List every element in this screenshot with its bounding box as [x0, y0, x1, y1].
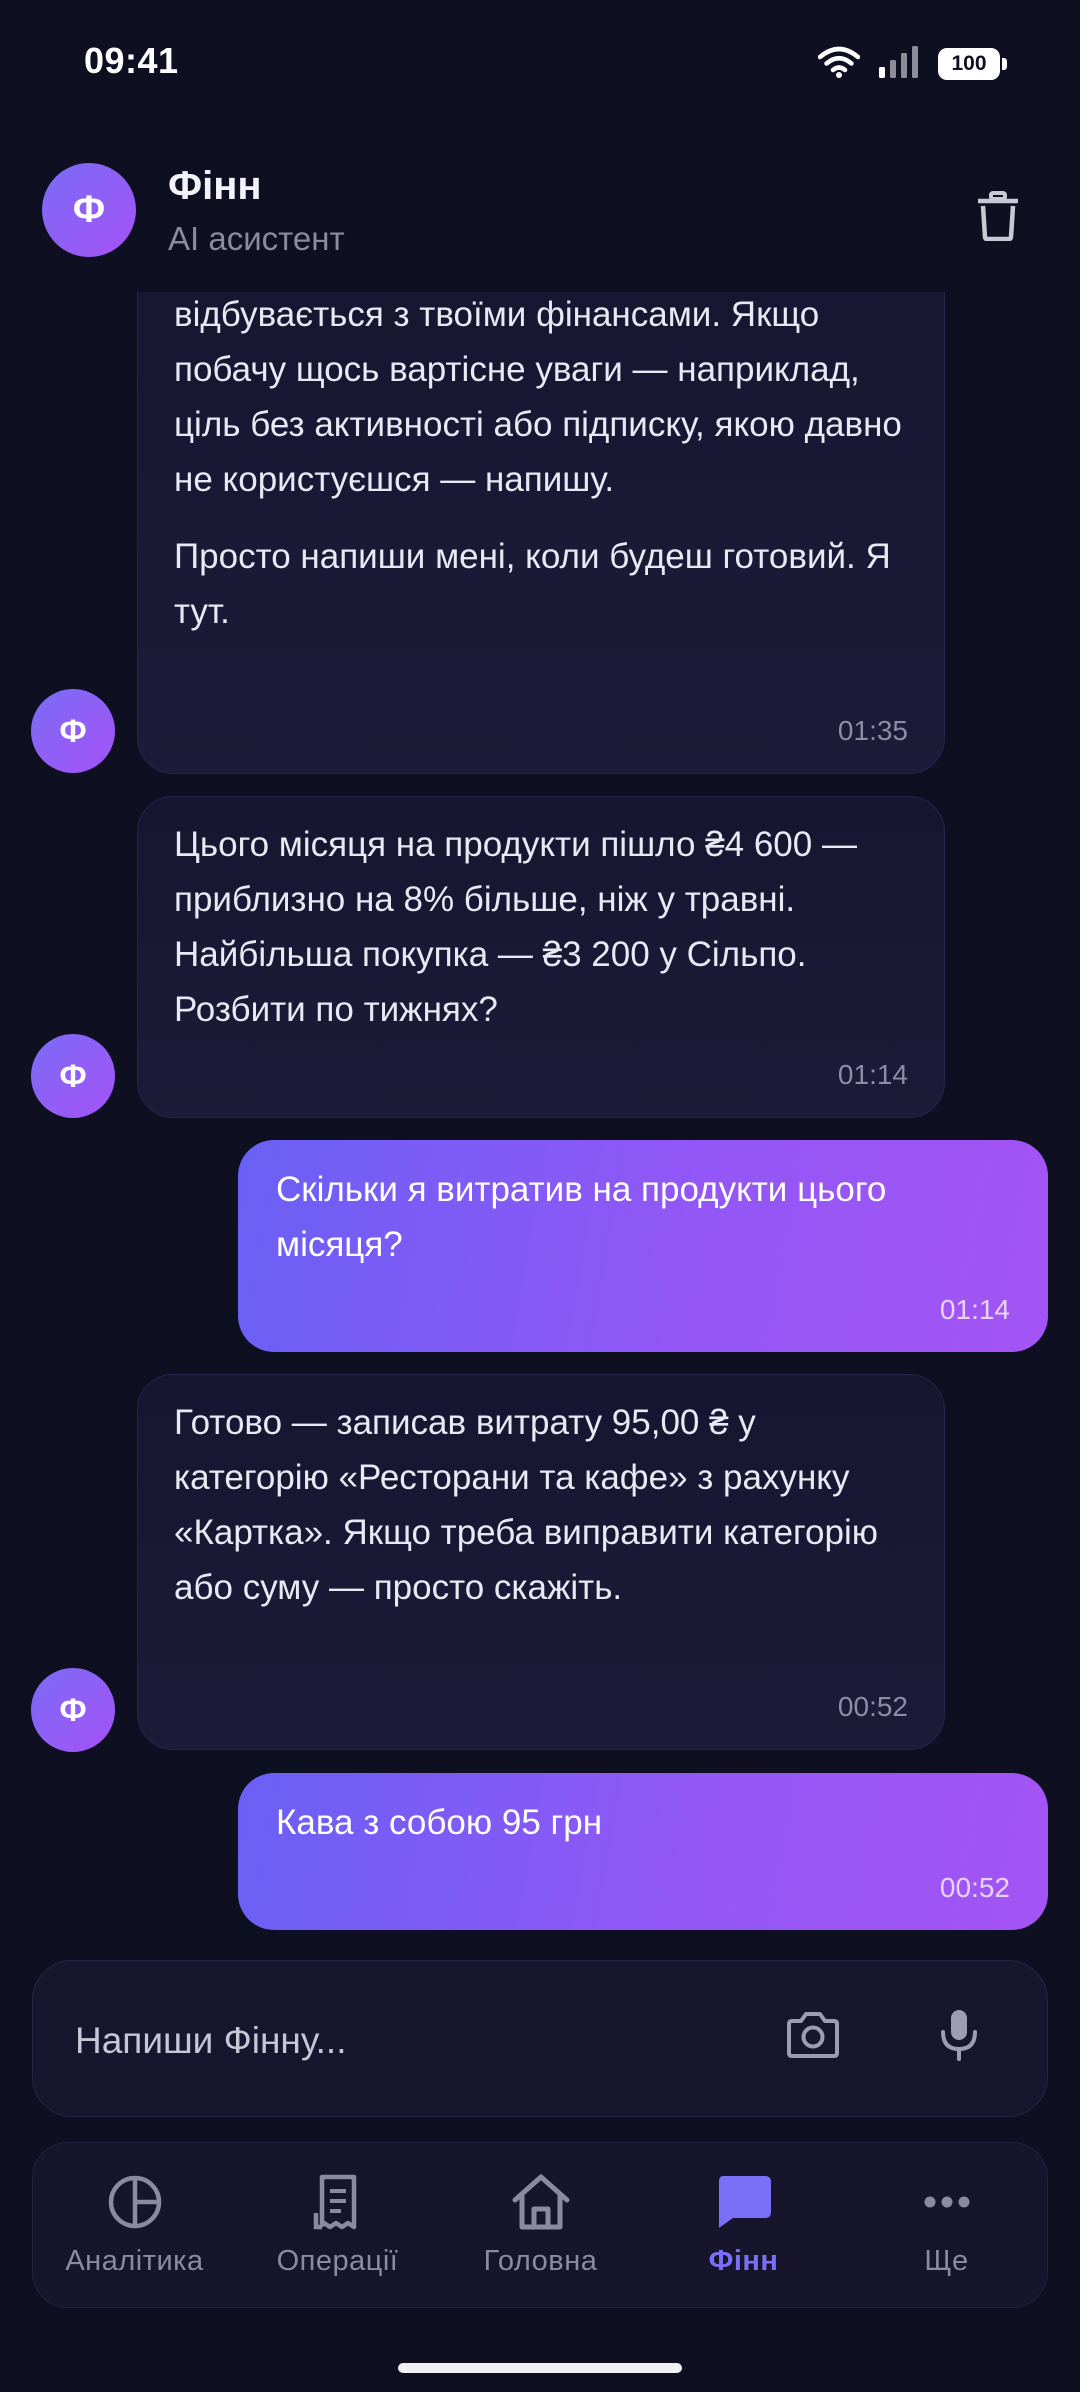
nav-item-more[interactable]: Ще	[845, 2143, 1048, 2309]
voice-input-button[interactable]	[927, 2003, 991, 2071]
nav-label: Головна	[483, 2245, 598, 2277]
message-time: 01:14	[939, 1294, 1010, 1325]
message-time: 00:52	[837, 1691, 908, 1722]
bot-avatar: Ф	[31, 689, 115, 773]
user-message: Кава з собою 95 грн 00:52	[238, 1773, 1048, 1930]
assistant-subtitle: AI асистент	[168, 220, 345, 257]
bottom-navigation: Аналітика Операції Головна Фінн Ще	[32, 2142, 1048, 2308]
message-composer	[32, 1960, 1048, 2117]
user-message: Скільки я витратив на продукти цього міс…	[238, 1140, 1048, 1352]
signal-icon	[878, 45, 920, 84]
message-text: Просто напиши мені, коли будеш готовий. …	[174, 537, 891, 631]
microphone-icon	[939, 2008, 979, 2067]
assistant-name: Фінн	[168, 164, 262, 208]
bot-message: Готово — записав витрату 95,00 ₴ у катег…	[137, 1374, 945, 1750]
status-icons: 100	[817, 44, 1007, 84]
chat-header: Ф Фінн AI асистент	[0, 150, 1080, 290]
wifi-icon	[817, 46, 861, 83]
message-text: Готово — записав витрату 95,00 ₴ у катег…	[174, 1403, 878, 1607]
trash-icon	[976, 190, 1020, 246]
pie-chart-icon	[107, 2174, 163, 2235]
assistant-avatar: Ф	[42, 163, 136, 257]
status-bar: 09:41 100	[0, 0, 1080, 124]
nav-label: Операції	[276, 2245, 399, 2277]
bot-message: Цього місяця на продукти пішло ₴4 600 — …	[137, 796, 945, 1118]
nav-label: Аналітика	[65, 2245, 204, 2277]
nav-item-analytics[interactable]: Аналітика	[33, 2143, 236, 2309]
message-time: 01:35	[837, 715, 908, 746]
bot-avatar: Ф	[31, 1034, 115, 1118]
status-time: 09:41	[84, 40, 179, 81]
message-text: відбувається з твоїми фінансами. Якщо по…	[174, 295, 902, 499]
camera-icon	[785, 2011, 841, 2064]
nav-item-operations[interactable]: Операції	[236, 2143, 439, 2309]
message-text: Кава з собою 95 грн	[276, 1803, 603, 1842]
battery-icon: 100	[938, 48, 1007, 80]
chat-icon	[715, 2174, 773, 2235]
chat-history[interactable]: відбувається з твоїми фінансами. Якщо по…	[0, 292, 1080, 1952]
home-icon	[511, 2173, 571, 2236]
message-time: 01:14	[837, 1059, 908, 1090]
camera-button[interactable]	[781, 2005, 845, 2069]
message-time: 00:52	[939, 1872, 1010, 1903]
receipt-icon	[313, 2173, 363, 2236]
bot-avatar: Ф	[31, 1668, 115, 1752]
home-indicator[interactable]	[398, 2363, 682, 2373]
bot-message: відбувається з твоїми фінансами. Якщо по…	[137, 292, 945, 774]
nav-item-home[interactable]: Головна	[439, 2143, 642, 2309]
nav-label: Фінн	[708, 2245, 779, 2277]
clear-chat-button[interactable]	[960, 180, 1036, 256]
nav-label: Ще	[924, 2245, 969, 2277]
message-text: Цього місяця на продукти пішло ₴4 600 — …	[174, 825, 857, 1029]
more-icon	[923, 2195, 971, 2214]
message-input[interactable]	[75, 2001, 755, 2081]
message-text: Скільки я витратив на продукти цього міс…	[276, 1170, 887, 1264]
nav-item-finn[interactable]: Фінн	[642, 2143, 845, 2309]
